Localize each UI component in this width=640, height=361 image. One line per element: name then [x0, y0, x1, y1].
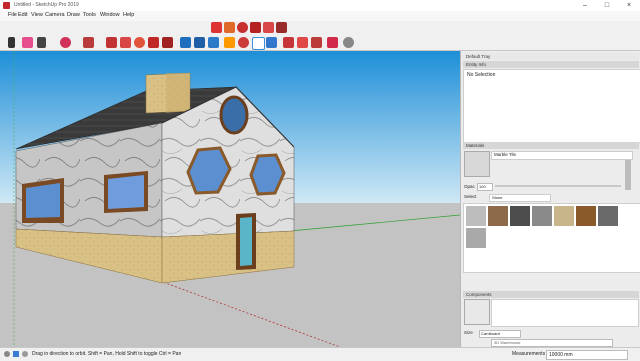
rotate-tool-icon[interactable]: [134, 37, 145, 48]
tray-title: Default Tray: [463, 53, 639, 60]
offset-tool-icon[interactable]: [162, 37, 173, 48]
status-hint: Drag in direction to orbit. Shift = Pan,…: [32, 351, 182, 357]
menu-camera[interactable]: Camera: [45, 12, 65, 18]
material-preview: [464, 151, 490, 177]
zoom-extents-icon[interactable]: [266, 37, 277, 48]
default-tray: Default Tray Entity Info No Selection Ma…: [460, 51, 640, 347]
move-tool-icon[interactable]: [120, 37, 131, 48]
scale-icon[interactable]: [263, 22, 274, 33]
chimney-side: [166, 73, 190, 113]
opacity-value: 100: [479, 184, 486, 189]
warehouse-search[interactable]: 3D Warehouse: [491, 339, 613, 347]
text-icon[interactable]: [208, 37, 219, 48]
components-header[interactable]: Components: [463, 291, 639, 298]
dimension-icon[interactable]: [194, 37, 205, 48]
size-input[interactable]: Cardboard: [479, 330, 521, 338]
eraser-icon[interactable]: [22, 37, 33, 48]
warehouse-icon[interactable]: [283, 37, 294, 48]
status-bar: Drag in direction to orbit. Shift = Pan,…: [0, 347, 640, 361]
offset-icon[interactable]: [276, 22, 287, 33]
swatch-sandstone[interactable]: [554, 206, 574, 226]
move-icon[interactable]: [211, 22, 222, 33]
house-model-scene: [0, 51, 460, 347]
entity-info-header[interactable]: Entity Info: [463, 61, 639, 68]
door-glass: [240, 217, 252, 266]
selection-status: No Selection: [467, 72, 496, 78]
views-toolbar: [200, 21, 320, 34]
push-pull-tool-icon[interactable]: [106, 37, 117, 48]
layout-icon[interactable]: [327, 37, 338, 48]
menu-bar: File Edit View Camera Draw Tools Window …: [0, 11, 640, 21]
settings-icon[interactable]: [343, 37, 354, 48]
swatch-brown-stone[interactable]: [488, 206, 508, 226]
entity-info-panel: No Selection: [463, 69, 640, 143]
tape-measure-icon[interactable]: [180, 37, 191, 48]
size-label: Size: [464, 330, 473, 335]
opacity-slider[interactable]: [495, 185, 621, 187]
close-button[interactable]: ×: [618, 0, 640, 11]
material-name-text: Marble Tile: [494, 152, 517, 157]
extension-icon[interactable]: [311, 37, 322, 48]
swatch-granite[interactable]: [466, 228, 486, 248]
follow-me-icon[interactable]: [250, 22, 261, 33]
swatch-marble[interactable]: [466, 206, 486, 226]
size-value: Cardboard: [481, 331, 500, 336]
select-icon[interactable]: [8, 37, 15, 48]
line-icon[interactable]: [37, 37, 46, 48]
window-title: Untitled - SketchUp Pro 2019: [14, 2, 79, 8]
component-preview: [464, 299, 490, 325]
shape-icon[interactable]: [83, 37, 94, 48]
arc-icon[interactable]: [60, 37, 71, 48]
swatch-wood[interactable]: [576, 206, 596, 226]
swatch-dark-stone[interactable]: [510, 206, 530, 226]
swatch-gray-stone[interactable]: [532, 206, 552, 226]
menu-help[interactable]: Help: [123, 12, 134, 18]
swatch-grid: [463, 203, 640, 273]
menu-view[interactable]: View: [31, 12, 43, 18]
components-panel: [491, 299, 639, 327]
side-window-right-glass: [108, 175, 144, 209]
side-window-left-glass: [26, 183, 60, 218]
measurements-label: Measurements: [512, 351, 546, 357]
select-tab[interactable]: Select: [464, 194, 477, 199]
model-viewport[interactable]: [0, 51, 460, 347]
credits-icon: [13, 351, 19, 357]
library-dropdown[interactable]: Stone: [489, 194, 551, 202]
opacity-label: Opac: [464, 184, 475, 189]
paint-bucket-icon[interactable]: [224, 37, 235, 48]
round-window: [219, 95, 249, 135]
app-logo-icon: [3, 2, 10, 9]
menu-tools[interactable]: Tools: [83, 12, 96, 18]
library-name: Stone: [492, 195, 503, 200]
scale-tool-icon[interactable]: [148, 37, 159, 48]
components-icon[interactable]: [297, 37, 308, 48]
minimize-button[interactable]: –: [574, 0, 596, 11]
maximize-button[interactable]: □: [596, 0, 618, 11]
orbit-icon[interactable]: [238, 37, 249, 48]
menu-file[interactable]: File: [8, 12, 17, 18]
warehouse-search-placeholder: 3D Warehouse: [494, 340, 521, 345]
measurements-box[interactable]: 10000 mm: [546, 350, 628, 360]
main-toolbar: [0, 34, 640, 51]
menu-window[interactable]: Window: [100, 12, 120, 18]
zoom-icon[interactable]: [252, 37, 265, 50]
user-icon[interactable]: [22, 351, 28, 357]
rotate-icon[interactable]: [237, 22, 248, 33]
menu-edit[interactable]: Edit: [18, 12, 27, 18]
materials-header[interactable]: Materials: [463, 142, 639, 149]
material-side-icons: [625, 160, 631, 190]
menu-draw[interactable]: Draw: [67, 12, 80, 18]
material-name-field[interactable]: Marble Tile: [491, 151, 633, 160]
opacity-input[interactable]: 100: [477, 183, 493, 191]
geolocation-icon: [4, 351, 10, 357]
swatch-slate[interactable]: [598, 206, 618, 226]
measurements-value: 10000 mm: [549, 352, 573, 358]
push-pull-icon[interactable]: [224, 22, 235, 33]
